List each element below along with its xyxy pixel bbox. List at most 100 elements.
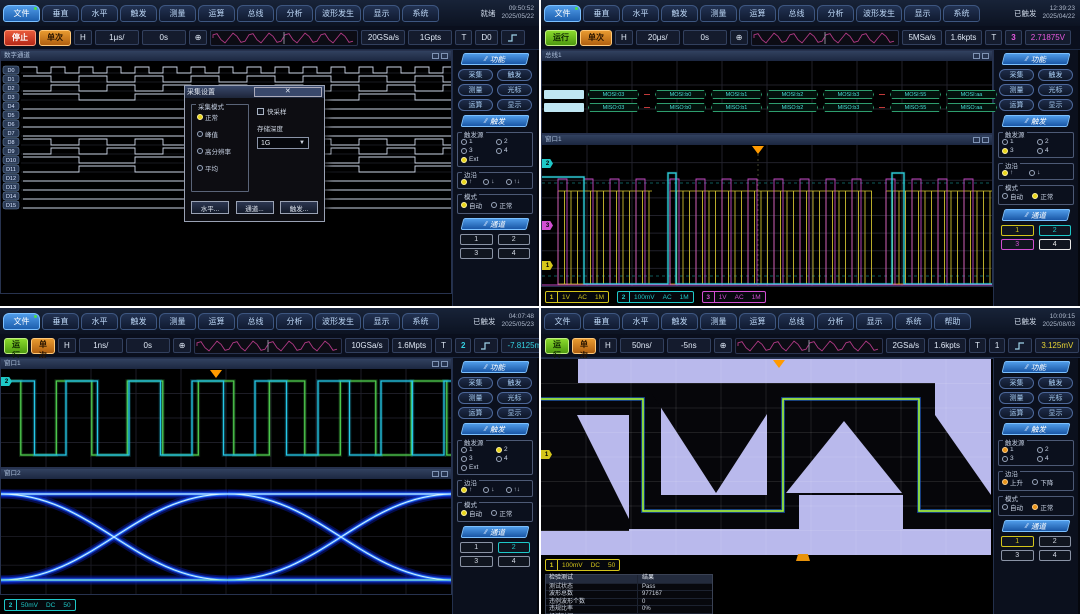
menu-item[interactable]: 运算 bbox=[739, 313, 776, 330]
menu-item[interactable]: 垂直 bbox=[583, 313, 620, 330]
function-button[interactable]: 采集 bbox=[999, 377, 1034, 389]
dialog-button[interactable]: 通道... bbox=[236, 201, 274, 214]
trigger-source-radio[interactable]: 1 bbox=[1002, 138, 1035, 145]
menu-item[interactable]: 文件 bbox=[3, 313, 40, 330]
close-icon[interactable] bbox=[441, 471, 448, 477]
trigger-source-radio[interactable]: Ext bbox=[461, 464, 494, 471]
channel-badge[interactable]: 11VAC1M bbox=[545, 291, 609, 303]
bus-packet[interactable]: MISO:b3 bbox=[823, 103, 874, 112]
trigger-slope-icon[interactable] bbox=[1008, 338, 1032, 353]
menu-item[interactable]: 分析 bbox=[817, 313, 854, 330]
menu-item[interactable]: 测量 bbox=[700, 313, 737, 330]
trigger-source-radio[interactable]: 1 bbox=[1002, 446, 1035, 453]
menu-item[interactable]: 触发 bbox=[661, 5, 698, 22]
function-button[interactable]: 光标 bbox=[497, 392, 532, 404]
menu-item[interactable]: 系统 bbox=[402, 5, 439, 22]
trigger-source-radio[interactable]: 4 bbox=[1037, 455, 1070, 462]
edge-radio[interactable]: 下降 bbox=[1032, 477, 1060, 487]
trigger-position-marker[interactable] bbox=[796, 554, 810, 561]
function-button[interactable]: 触发 bbox=[497, 377, 532, 389]
run-stop-button[interactable]: 运行 bbox=[545, 338, 569, 354]
menu-item[interactable]: 垂直 bbox=[42, 313, 79, 330]
trigger-source-box[interactable]: 2 bbox=[455, 338, 471, 353]
channel-button[interactable]: 4 bbox=[498, 556, 531, 567]
trigger-source-radio[interactable]: 2 bbox=[496, 138, 529, 145]
channel-badge[interactable]: 2100mVAC1M bbox=[617, 291, 694, 303]
run-stop-button[interactable]: 停止 bbox=[4, 30, 36, 46]
channel-button[interactable]: 4 bbox=[1039, 239, 1072, 250]
trigger-source-radio[interactable]: 3 bbox=[1002, 147, 1035, 154]
channel-button[interactable]: 3 bbox=[460, 556, 493, 567]
mode-radio[interactable]: 自动 bbox=[1002, 191, 1030, 201]
acquire-mode-radio[interactable]: 平均 bbox=[197, 163, 243, 173]
trigger-tab[interactable]: 触发 bbox=[1002, 115, 1071, 127]
menu-item[interactable]: 总线 bbox=[237, 313, 274, 330]
menu-item[interactable]: 触发 bbox=[661, 313, 698, 330]
menu-item[interactable]: 显示 bbox=[904, 5, 941, 22]
channel-button[interactable]: 4 bbox=[1039, 550, 1072, 561]
menu-item[interactable]: 文件 bbox=[3, 5, 40, 22]
function-button[interactable]: 触发 bbox=[497, 69, 532, 81]
trigger-source-box[interactable]: D0 bbox=[475, 30, 497, 45]
bus-packet[interactable]: MOSI:b1 bbox=[711, 90, 762, 99]
edge-radio[interactable]: ↓ bbox=[1029, 169, 1054, 176]
menu-item[interactable]: 水平 bbox=[622, 5, 659, 22]
run-stop-button[interactable]: 运行 bbox=[545, 30, 577, 46]
channel-tab[interactable]: 通道 bbox=[461, 526, 530, 538]
minimize-icon[interactable] bbox=[432, 53, 439, 59]
channel-badge[interactable]: 250mVDC50 bbox=[4, 599, 76, 611]
function-button[interactable]: 运算 bbox=[999, 407, 1034, 419]
menu-item[interactable]: 总线 bbox=[237, 5, 274, 22]
dialog-title-bar[interactable]: 采集设置 ✕ bbox=[185, 86, 324, 98]
function-button[interactable]: 光标 bbox=[1038, 84, 1073, 96]
function-button[interactable]: 测量 bbox=[999, 392, 1034, 404]
edge-radio[interactable]: ↑↓ bbox=[506, 178, 530, 185]
menu-item[interactable]: 系统 bbox=[402, 313, 439, 330]
menu-item[interactable]: 触发 bbox=[120, 5, 157, 22]
channel-button[interactable]: 2 bbox=[1039, 536, 1072, 547]
trigger-source-radio[interactable]: 2 bbox=[496, 446, 529, 453]
edge-radio[interactable]: ↓ bbox=[483, 178, 503, 185]
menu-item[interactable]: 运算 bbox=[739, 5, 776, 22]
bus-packet[interactable]: MISO:b2 bbox=[767, 103, 818, 112]
menu-item[interactable]: 文件 bbox=[544, 5, 581, 22]
mode-radio[interactable]: 自动 bbox=[461, 508, 489, 518]
bus-packet[interactable]: MOSI:b3 bbox=[823, 90, 874, 99]
bus-packet[interactable]: MISO:aa bbox=[946, 103, 997, 112]
dialog-button[interactable]: 触发... bbox=[280, 201, 318, 214]
channel-badge[interactable]: 31VAC1M bbox=[702, 291, 766, 303]
trigger-source-radio[interactable]: 3 bbox=[461, 147, 494, 154]
menu-item[interactable]: 水平 bbox=[81, 313, 118, 330]
menu-item[interactable]: 文件 bbox=[544, 313, 581, 330]
trigger-source-radio[interactable]: 2 bbox=[1037, 446, 1070, 453]
bus-packet[interactable]: MOSI:b2 bbox=[767, 90, 818, 99]
function-button[interactable]: 采集 bbox=[458, 377, 493, 389]
menu-item[interactable]: 系统 bbox=[895, 313, 932, 330]
menu-item[interactable]: 显示 bbox=[363, 313, 400, 330]
trigger-source-radio[interactable]: 2 bbox=[1037, 138, 1070, 145]
horizontal-button[interactable]: H bbox=[599, 338, 617, 353]
function-button[interactable]: 光标 bbox=[1038, 392, 1073, 404]
horizontal-button[interactable]: H bbox=[74, 30, 92, 45]
trigger-level-box[interactable]: -7.8125mV bbox=[501, 338, 539, 353]
trigger-source-radio[interactable]: Ext bbox=[461, 156, 494, 163]
zoom-in-icon[interactable]: ⊕ bbox=[714, 338, 733, 353]
channel-button[interactable]: 1 bbox=[1001, 536, 1034, 547]
menu-item[interactable]: 分析 bbox=[276, 313, 313, 330]
trigger-t-box[interactable]: T bbox=[455, 30, 472, 45]
function-tab[interactable]: 功能 bbox=[1002, 53, 1071, 65]
menu-item[interactable]: 帮助 bbox=[934, 313, 971, 330]
close-icon[interactable] bbox=[441, 53, 448, 59]
trigger-source-radio[interactable]: 3 bbox=[461, 455, 494, 462]
trigger-tab[interactable]: 触发 bbox=[461, 423, 530, 435]
bus-label-block[interactable] bbox=[544, 103, 584, 112]
trigger-source-radio[interactable]: 4 bbox=[496, 455, 529, 462]
dialog-close-icon[interactable]: ✕ bbox=[254, 87, 323, 97]
bus-packet[interactable]: MOSI:55 bbox=[890, 90, 941, 99]
zoom-in-icon[interactable]: ⊕ bbox=[730, 30, 749, 45]
close-icon[interactable] bbox=[982, 137, 989, 143]
menu-item[interactable]: 触发 bbox=[120, 313, 157, 330]
channel-badge[interactable]: 1100mVDC50 bbox=[545, 559, 620, 571]
menu-item[interactable]: 显示 bbox=[363, 5, 400, 22]
channel-button[interactable]: 4 bbox=[498, 248, 531, 259]
